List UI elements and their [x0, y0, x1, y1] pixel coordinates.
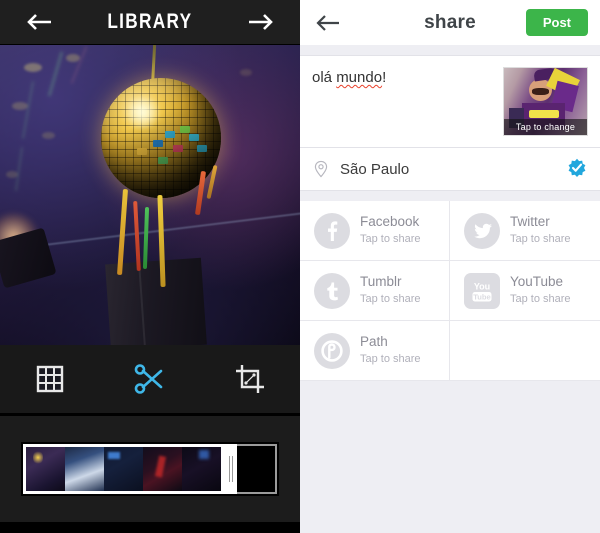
location-name: São Paulo — [340, 160, 410, 178]
video-timeline[interactable] — [21, 442, 279, 496]
timeline-empty-track[interactable] — [237, 444, 277, 494]
share-target-label: Path — [360, 334, 388, 350]
youtube-icon: You Tube — [464, 272, 500, 309]
share-target-sub: Tap to share — [510, 293, 571, 306]
tumblr-icon — [314, 272, 350, 309]
svg-text:Tube: Tube — [473, 292, 491, 301]
share-target-path[interactable]: Path Tap to share — [300, 321, 450, 381]
crop-icon — [236, 365, 264, 393]
share-target-sub: Tap to share — [510, 233, 571, 246]
share-target-label: Facebook — [360, 214, 420, 230]
share-header: share Post — [300, 0, 600, 45]
timeline-area — [0, 416, 300, 522]
share-target-sub: Tap to share — [360, 353, 421, 366]
svg-text:You: You — [474, 281, 490, 291]
video-preview[interactable] — [0, 45, 300, 345]
share-target-tumblr[interactable]: Tumblr Tap to share — [300, 261, 450, 321]
facebook-icon — [314, 212, 350, 249]
foursquare-check-gear-icon[interactable] — [566, 158, 588, 180]
forward-arrow-button[interactable] — [244, 5, 278, 39]
share-target-label: YouTube — [510, 274, 564, 290]
share-target-twitter[interactable]: Twitter Tap to share — [450, 201, 600, 261]
twitter-icon — [464, 212, 500, 249]
timeline-frame — [26, 447, 65, 491]
caption-text-before: olá — [312, 69, 337, 86]
grid-tool-button[interactable] — [0, 345, 100, 413]
timeline-frame — [65, 447, 104, 491]
section-spacer — [300, 191, 600, 201]
header-spacer — [300, 45, 600, 55]
right-trim-handle[interactable] — [224, 444, 237, 494]
location-pin-icon — [314, 160, 328, 178]
editor-header: LIBRARY — [0, 0, 300, 45]
arrow-right-icon — [248, 14, 273, 30]
editor-toolbar — [0, 345, 300, 416]
timeline-selection[interactable] — [23, 444, 224, 494]
media-thumbnail[interactable]: Tap to change — [503, 67, 588, 136]
share-target-label: Tumblr — [360, 274, 402, 290]
path-icon — [314, 332, 350, 369]
location-card[interactable]: São Paulo — [300, 148, 600, 191]
timeline-frame — [143, 447, 182, 491]
share-target-label: Twitter — [510, 214, 550, 230]
video-editor-panel: LIBRARY — [0, 0, 300, 533]
share-back-button[interactable] — [312, 7, 344, 39]
share-target-youtube[interactable]: You Tube YouTube Tap to share — [450, 261, 600, 321]
share-panel: share Post olá mundo! Tap to change São … — [300, 0, 600, 533]
timeline-frame — [104, 447, 143, 491]
share-target-sub: Tap to share — [360, 293, 421, 306]
arrow-left-icon — [27, 14, 51, 30]
share-grid-empty-cell — [450, 321, 600, 381]
trim-tool-button[interactable] — [100, 345, 200, 413]
crop-tool-button[interactable] — [200, 345, 300, 413]
editor-title: LIBRARY — [107, 10, 193, 33]
share-target-facebook[interactable]: Facebook Tap to share — [300, 201, 450, 261]
back-arrow-button[interactable] — [22, 5, 56, 39]
social-share-grid: Facebook Tap to share Twitter Tap to sha… — [300, 201, 600, 381]
scissors-icon — [134, 364, 163, 394]
caption-input[interactable]: olá mundo! — [312, 67, 503, 136]
thumbnail-overlay-label: Tap to change — [504, 119, 587, 135]
caption-misspelled-word: mundo — [336, 69, 383, 86]
caption-text-after: ! — [382, 69, 387, 86]
caption-card: olá mundo! Tap to change — [300, 55, 600, 148]
timeline-frame — [182, 447, 221, 491]
share-target-sub: Tap to share — [360, 233, 421, 246]
arrow-left-icon — [316, 14, 339, 31]
app-root: LIBRARY share Post olá mundo! Tap to cha… — [0, 0, 600, 533]
post-button[interactable]: Post — [525, 9, 588, 36]
grid-icon — [36, 365, 64, 393]
